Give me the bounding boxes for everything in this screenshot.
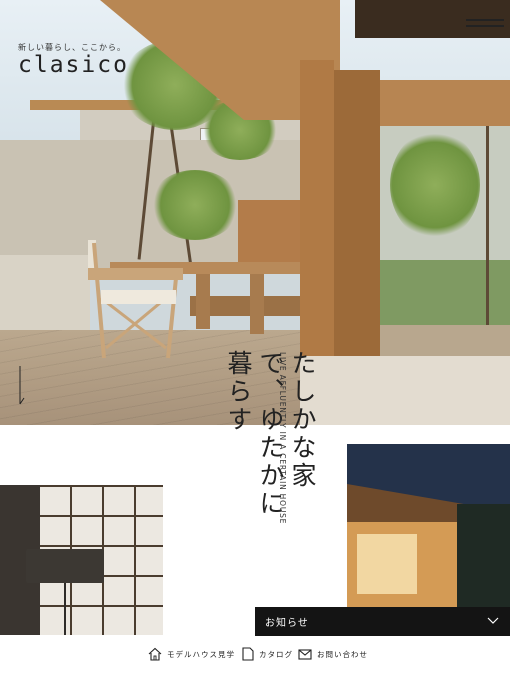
- footer-link-model-house[interactable]: モデルハウス見学: [148, 646, 235, 662]
- catch-copy: たしかな家で、ゆたかに暮らす: [224, 350, 317, 518]
- tree-foliage: [390, 130, 480, 240]
- wood-pillar: [334, 70, 380, 370]
- garden-deck: [380, 325, 510, 360]
- footer-link-contact[interactable]: お問い合わせ: [298, 646, 368, 662]
- news-bar[interactable]: お知らせ: [255, 607, 510, 636]
- house-wood-panel: [238, 200, 300, 270]
- wood-pillar: [300, 60, 334, 370]
- dark-trees: [457, 504, 510, 609]
- news-label: お知らせ: [265, 618, 309, 629]
- lit-room: [357, 534, 417, 594]
- document-icon: [242, 647, 254, 661]
- interior-photo: [0, 485, 163, 635]
- footer-link-catalog[interactable]: カタログ: [242, 646, 293, 662]
- down-arrow-icon[interactable]: [17, 366, 25, 406]
- window-frame: [380, 80, 510, 126]
- exterior-night-photo: [347, 444, 510, 609]
- hamburger-menu-icon[interactable]: [466, 15, 504, 33]
- site-logo[interactable]: clasico: [18, 52, 129, 78]
- menu-line: [466, 19, 504, 21]
- tree-foliage: [150, 170, 240, 240]
- footer-link-label: お問い合わせ: [317, 649, 368, 659]
- house-icon: [148, 647, 162, 661]
- table-leg: [250, 274, 264, 334]
- footer-link-label: モデルハウス見学: [167, 649, 235, 659]
- footer-link-label: カタログ: [259, 649, 293, 659]
- table-leg: [196, 274, 210, 329]
- menu-line: [466, 25, 504, 27]
- tree-trunk: [486, 126, 489, 326]
- catch-copy-en: LIVE AFFLUENTLY IN A CERTAIN HOUSE: [278, 352, 287, 525]
- window-sill: [300, 356, 510, 425]
- chevron-down-icon[interactable]: [487, 616, 499, 626]
- lamp-shade: [26, 549, 104, 583]
- chair: [88, 240, 183, 359]
- lamp-stand: [64, 583, 66, 635]
- mail-icon: [298, 648, 312, 660]
